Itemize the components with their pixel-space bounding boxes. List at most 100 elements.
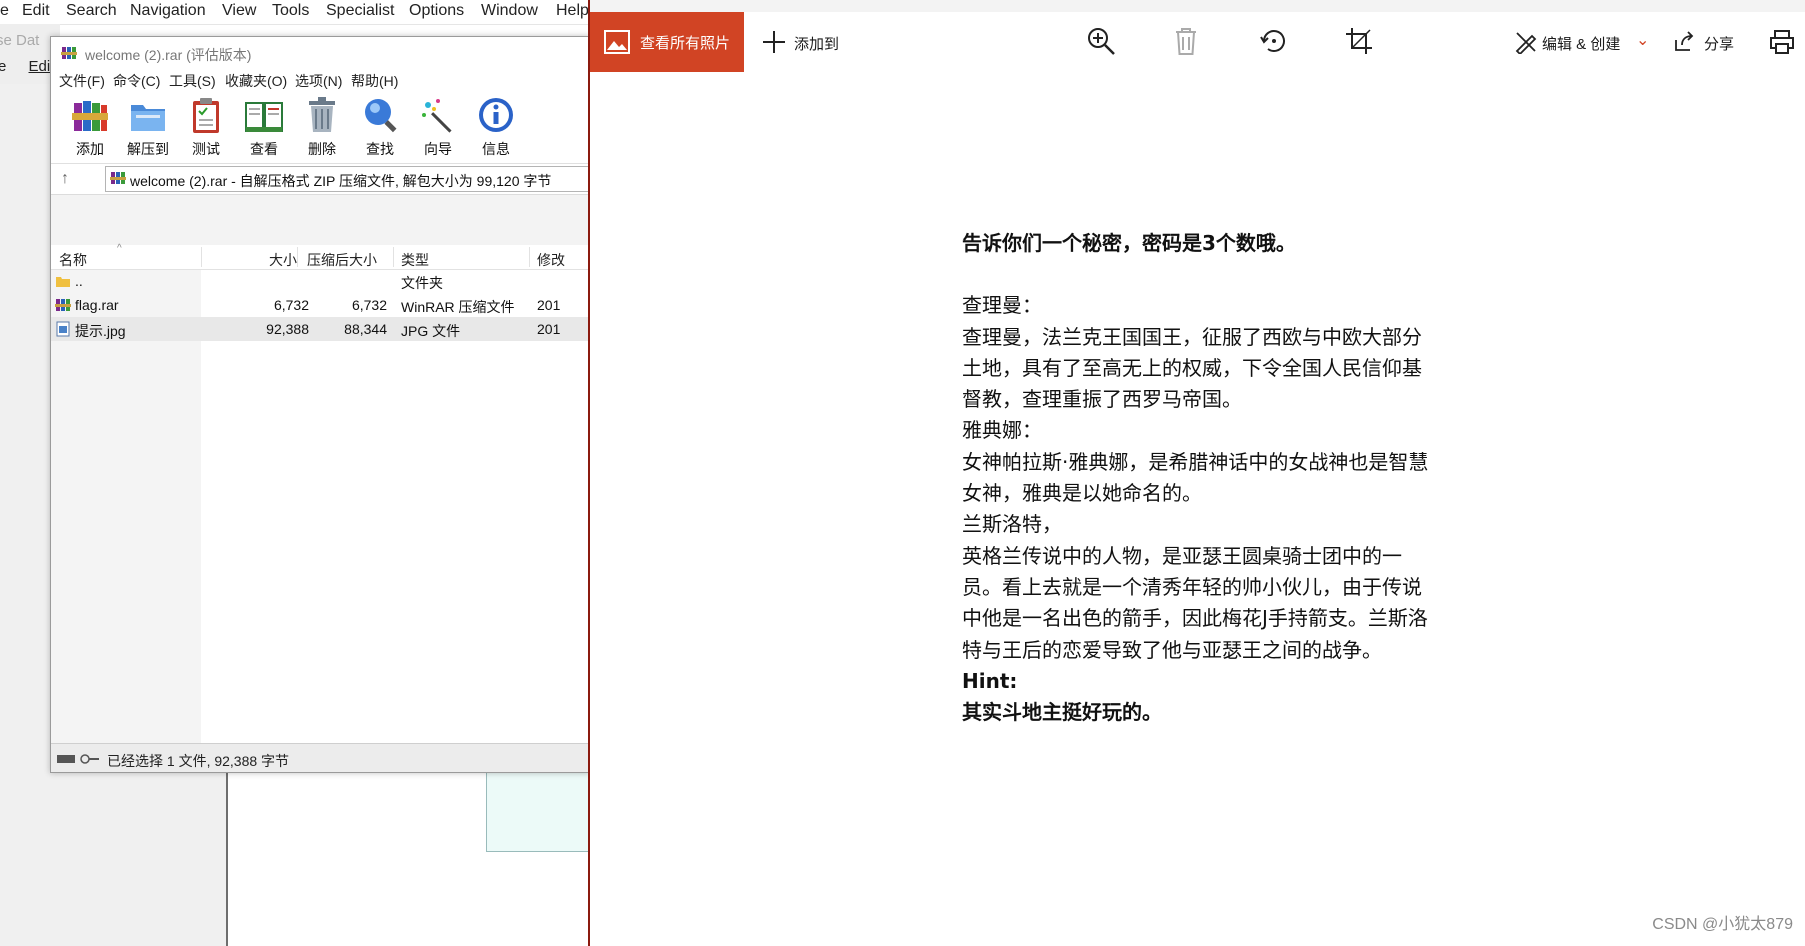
edit-create-button[interactable]: 编辑 & 创建 [1542,33,1620,54]
rotate-button[interactable] [1258,26,1288,58]
zoom-in-button[interactable] [1086,26,1116,58]
add-to-button[interactable] [760,28,788,60]
bg-edit-label[interactable]: e Edi [0,58,50,75]
add-books-icon [72,101,108,131]
view-all-photos-button[interactable]: 查看所有照片 [590,12,744,72]
bg-menu-tools[interactable]: Tools [272,2,309,20]
menu-favorites[interactable]: 收藏夹(O) [225,71,287,91]
photo-line: 女神，雅典是以她命名的。 [962,481,1202,506]
menu-commands[interactable]: 命令(C) [113,71,160,91]
bg-menu-edit[interactable]: Edit [22,2,50,20]
bg-menu-file[interactable]: e [0,2,9,20]
add-to-label[interactable]: 添加到 [794,33,839,54]
file-row-parent[interactable]: .. 文件夹 [51,269,589,293]
trash-icon [1176,28,1196,55]
column-name-header[interactable]: 名称 [59,250,87,270]
sort-ascending-icon: ^ [117,243,122,254]
crop-icon [1346,28,1372,54]
delete-trash-icon [309,97,335,132]
zoom-in-icon [1088,28,1115,55]
plus-icon [763,31,785,53]
bg-menu-window[interactable]: Window [481,2,538,20]
bg-tab-label[interactable]: se Dat [0,32,39,49]
photo-line: 查理曼，法兰克王国国王，征服了西欧与中欧大部分 [962,324,1422,349]
winrar-menubar: 文件(F) 命令(C) 工具(S) 收藏夹(O) 选项(N) 帮助(H) [51,67,589,91]
bg-menu-specialist[interactable]: Specialist [326,2,394,20]
status-text: 已经选择 1 文件, 92,388 字节 [107,753,290,769]
view-book-icon [245,102,283,132]
photos-viewer-window: 查看所有照片 添加到 编辑 & 创建 ⌄ 分享 告诉你们一个秘密，密码是3个数哦… [588,0,1805,946]
delete-photo-button[interactable] [1172,26,1200,58]
photo-line: 兰斯洛特， [962,512,1062,537]
view-button[interactable]: 查看 [235,93,293,161]
wizard-wand-icon [422,99,452,133]
share-button[interactable]: 分享 [1704,33,1734,54]
winrar-toolbar: 添加 解压到 测试 查看 删除 查找 向导 信息 [51,91,589,164]
rotate-icon [1260,30,1285,52]
column-packed-header[interactable]: 压缩后大小 [307,250,377,270]
jpg-file-icon [56,321,70,337]
info-button[interactable]: 信息 [467,93,525,161]
photo-line: 雅典娜： [962,418,1042,443]
print-button[interactable] [1768,28,1796,60]
photos-toolbar: 查看所有照片 添加到 编辑 & 创建 ⌄ 分享 [590,12,1805,74]
photos-titlebar[interactable] [590,0,1805,12]
archive-path-text: welcome (2).rar - 自解压格式 ZIP 压缩文件, 解包大小为 … [130,173,552,189]
up-arrow-icon[interactable]: ↑ [61,170,69,188]
delete-button[interactable]: 删除 [293,93,351,161]
extract-to-button[interactable]: 解压到 [119,93,177,161]
edit-create-icon-wrap[interactable] [1514,30,1538,62]
winrar-app-icon [61,47,77,59]
winrar-titlebar[interactable]: welcome (2).rar (评估版本) [51,37,589,67]
crop-button[interactable] [1344,26,1374,58]
photo-line: 特与王后的恋爱导致了他与亚瑟王之间的战争。 [962,637,1382,662]
background-menubar: e Edit Search Navigation View Tools Spec… [0,0,589,25]
photo-line: 中他是一名出色的箭手，因此梅花J手持箭支。兰斯洛 [962,606,1428,631]
folder-icon [56,277,70,287]
photo-line: 员。看上去就是一个清秀年轻的帅小伙儿，由于传说 [962,574,1422,599]
menu-tools[interactable]: 工具(S) [169,71,216,91]
bg-menu-help[interactable]: Help [556,2,589,20]
winrar-address-bar: ↑ welcome (2).rar - 自解压格式 ZIP 压缩文件, 解包大小… [51,164,589,195]
winrar-statusbar: 已经选择 1 文件, 92,388 字节 [51,743,589,772]
wizard-button[interactable]: 向导 [409,93,467,161]
share-icon-wrap[interactable] [1672,30,1696,62]
test-clipboard-icon [193,98,219,133]
archive-icon [110,172,126,184]
hint-label: Hint: [962,668,1018,693]
column-modified-header[interactable]: 修改 [537,250,565,270]
column-type-header[interactable]: 类型 [401,250,429,270]
winrar-title: welcome (2).rar (评估版本) [85,47,252,63]
add-button[interactable]: 添加 [61,93,119,161]
bg-menu-navigation[interactable]: Navigation [130,2,206,20]
printer-icon [1770,30,1794,54]
file-row-hint-jpg[interactable]: 提示.jpg 92,388 88,344 JPG 文件 201 [51,317,589,341]
column-size-header[interactable]: 大小 [269,250,297,270]
bg-menu-options[interactable]: Options [409,2,464,20]
menu-file[interactable]: 文件(F) [59,71,105,91]
bg-menu-search[interactable]: Search [66,2,117,20]
file-list-header: 名称 ^ 大小 压缩后大小 类型 修改 [51,243,589,270]
share-icon [1675,31,1694,51]
bg-menu-view[interactable]: View [222,2,256,20]
photo-line: 督教，查理重振了西罗马帝国。 [962,387,1242,412]
menu-help[interactable]: 帮助(H) [351,71,398,91]
winrar-window: welcome (2).rar (评估版本) 文件(F) 命令(C) 工具(S)… [50,36,590,773]
photo-gallery-icon [604,30,630,54]
chevron-down-icon[interactable]: ⌄ [1636,30,1649,50]
edit-create-icon [1515,32,1537,54]
find-button[interactable]: 查找 [351,93,409,161]
csdn-watermark: CSDN @小犹太879 [1652,916,1793,933]
info-icon [479,98,513,132]
test-button[interactable]: 测试 [177,93,235,161]
photo-line: 女神帕拉斯·雅典娜，是希腊神话中的女战神也是智慧 [962,449,1429,474]
file-list: 名称 ^ 大小 压缩后大小 类型 修改 .. 文件夹 flag.rar 6,73… [51,243,589,772]
file-row-flag-rar[interactable]: flag.rar 6,732 6,732 WinRAR 压缩文件 201 [51,293,589,317]
background-document [486,760,590,852]
hint-text: 其实斗地主挺好玩的。 [962,700,1162,725]
menu-options[interactable]: 选项(N) [295,71,342,91]
drive-key-icon [57,752,101,768]
archive-path-field[interactable]: welcome (2).rar - 自解压格式 ZIP 压缩文件, 解包大小为 … [105,166,589,192]
photo-line: 土地，具有了至高无上的权威，下令全国人民信仰基 [962,355,1422,380]
rar-file-icon [55,299,71,311]
